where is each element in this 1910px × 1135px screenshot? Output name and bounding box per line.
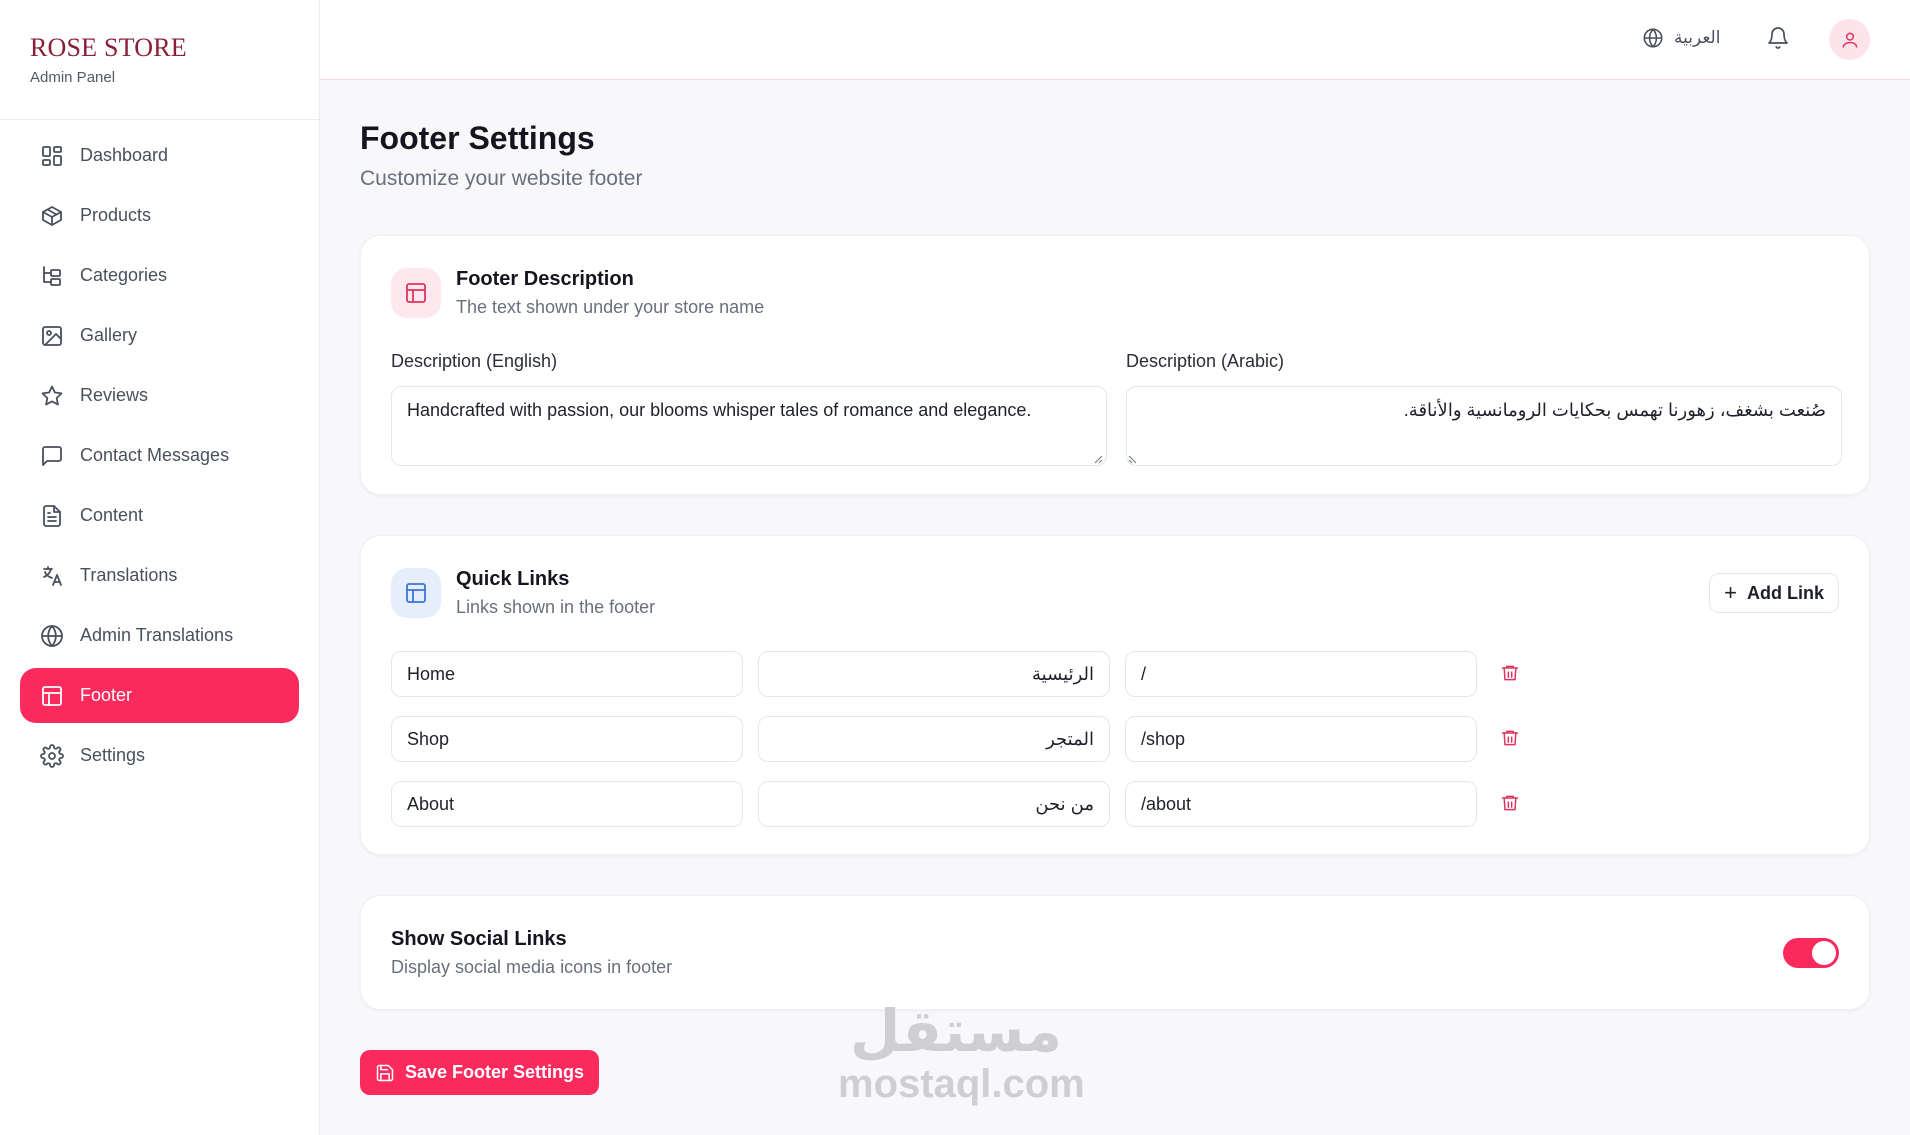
sidebar-item-reviews[interactable]: Reviews [20, 368, 299, 423]
message-icon [42, 445, 62, 466]
package-icon [42, 205, 62, 226]
layout-icon [42, 685, 62, 706]
plus-icon: + [1724, 580, 1737, 605]
link-name-english-field[interactable]: Home [391, 651, 743, 697]
footer-description-card: Footer Description The text shown under … [360, 235, 1870, 495]
sidebar-item-dashboard[interactable]: Dashboard [20, 128, 299, 183]
delete-link-button[interactable] [1500, 728, 1524, 752]
social-links-description: Display social media icons in footer [391, 957, 673, 977]
card-description: The text shown under your store name [456, 297, 765, 317]
resize-handle-icon[interactable] [1093, 454, 1103, 464]
social-links-toggle[interactable] [1783, 938, 1839, 968]
arabic-description-label: Description (Arabic) [1126, 351, 1285, 371]
image-icon [42, 325, 62, 346]
bell-icon [1768, 27, 1788, 49]
link-name-arabic-field[interactable]: المتجر [758, 716, 1110, 762]
page-title: Footer Settings [360, 120, 595, 156]
sidebar-item-label: Products [80, 205, 152, 225]
languages-icon [43, 565, 62, 586]
brand-title: ROSE STORE [30, 33, 187, 62]
sidebar-item-settings[interactable]: Settings [20, 728, 299, 783]
sidebar-item-products[interactable]: Products [20, 188, 299, 243]
resize-handle-icon[interactable] [1128, 454, 1138, 464]
file-text-icon [43, 504, 61, 527]
watermark: مستقل mostaql.com [838, 1000, 1085, 1106]
sidebar-item-content[interactable]: Content [20, 488, 299, 543]
dashboard-icon [42, 145, 62, 166]
globe-icon [1643, 28, 1663, 48]
sidebar-item-label: Dashboard [80, 145, 169, 165]
link-name-english-field[interactable]: About [391, 781, 743, 827]
card-icon-badge [391, 268, 441, 318]
delete-link-button[interactable] [1500, 663, 1524, 687]
link-name-english-field[interactable]: Shop [391, 716, 743, 762]
sidebar-item-label: Content [80, 505, 144, 525]
sidebar: ROSE STORE Admin Panel Dashboard Product… [0, 0, 320, 1135]
notifications-button[interactable] [1766, 26, 1790, 55]
card-icon-badge [391, 568, 441, 618]
page-subtitle: Customize your website footer [360, 167, 643, 190]
sidebar-item-label: Categories [80, 265, 168, 285]
card-header: Quick Links Links shown in the footer [391, 568, 655, 618]
sidebar-item-label: Admin Translations [80, 625, 234, 645]
layout-icon [406, 283, 426, 303]
brand: ROSE STORE Admin Panel [0, 0, 319, 120]
sidebar-item-categories[interactable]: Categories [20, 248, 299, 303]
sidebar-item-label: Translations [80, 565, 178, 585]
sidebar-item-contact-messages[interactable]: Contact Messages [20, 428, 299, 483]
link-url-field[interactable]: / [1125, 651, 1477, 697]
save-footer-settings-button[interactable]: Save Footer Settings [360, 1050, 600, 1095]
sidebar-item-gallery[interactable]: Gallery [20, 308, 299, 363]
sidebar-item-label: Settings [80, 745, 146, 765]
gear-icon [40, 743, 64, 768]
card-description: Links shown in the footer [456, 597, 656, 617]
toggle-knob [1812, 941, 1836, 965]
social-links-title: Show Social Links [391, 928, 567, 950]
link-url-field[interactable]: /about [1125, 781, 1477, 827]
sidebar-item-label: Gallery [80, 325, 138, 345]
english-description-field[interactable]: Handcrafted with passion, our blooms whi… [391, 386, 1107, 466]
link-name-arabic-field[interactable]: الرئيسية [758, 651, 1110, 697]
sidebar-item-translations[interactable]: Translations [20, 548, 299, 603]
sidebar-item-label: Contact Messages [80, 445, 230, 465]
card-header: Footer Description The text shown under … [391, 268, 764, 318]
sidebar-nav: Dashboard Products Categories Gallery Re… [0, 120, 319, 783]
user-avatar-button[interactable] [1829, 19, 1870, 60]
trash-icon [1501, 730, 1519, 746]
add-link-button[interactable]: + Add Link [1709, 573, 1839, 613]
english-description-label: Description (English) [391, 351, 558, 371]
sidebar-item-label: Footer [80, 685, 133, 705]
star-icon [41, 385, 63, 405]
save-icon [376, 1064, 394, 1081]
sidebar-item-label: Reviews [80, 385, 149, 405]
folder-tree-icon [43, 265, 61, 286]
link-name-arabic-field[interactable]: من نحن [758, 781, 1110, 827]
card-title: Quick Links [456, 568, 570, 590]
delete-link-button[interactable] [1500, 793, 1524, 817]
watermark-latin: mostaql.com [838, 1062, 1085, 1106]
language-switcher[interactable]: العربية [1642, 27, 1720, 49]
user-icon [1842, 32, 1857, 48]
trash-icon [1501, 665, 1519, 681]
globe-icon [41, 624, 63, 647]
quick-links-card: Quick Links Links shown in the footer + … [360, 535, 1870, 855]
save-button-label: Save Footer Settings [405, 1062, 585, 1082]
brand-subtitle: Admin Panel [30, 69, 116, 86]
language-label: العربية [1674, 28, 1721, 47]
card-title: Footer Description [456, 268, 634, 290]
social-links-card: Show Social Links Display social media i… [360, 895, 1870, 1010]
sidebar-item-footer[interactable]: Footer [20, 668, 299, 723]
arabic-description-field[interactable]: صُنعت بشغف، زهورنا تهمس بحكايات الرومانس… [1126, 386, 1842, 466]
trash-icon [1501, 795, 1519, 811]
sidebar-item-admin-translations[interactable]: Admin Translations [20, 608, 299, 663]
layout-icon [406, 583, 426, 603]
link-url-field[interactable]: /shop [1125, 716, 1477, 762]
add-link-label: Add Link [1747, 582, 1824, 603]
